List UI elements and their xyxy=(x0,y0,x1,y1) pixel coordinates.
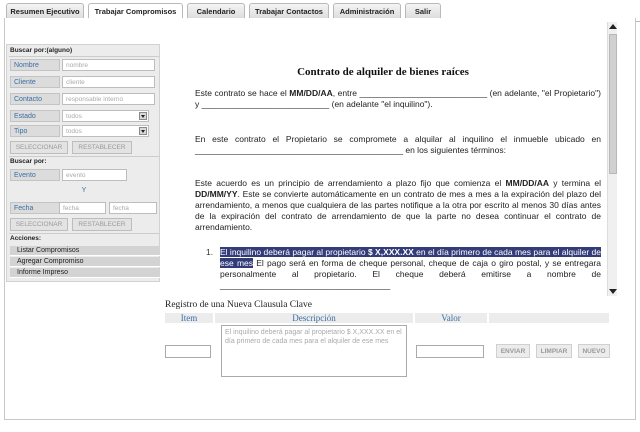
search-any-title: Buscar por:(alguno) xyxy=(10,47,73,54)
scroll-down-icon[interactable] xyxy=(609,289,617,294)
column-item: Item xyxy=(165,313,213,323)
list-number: 1. xyxy=(206,247,214,257)
type-select[interactable]: todos xyxy=(62,125,149,137)
divider xyxy=(9,233,159,234)
sidebar: Buscar por:(alguno) Nombre nombre Client… xyxy=(6,44,160,282)
client-input[interactable]: cliente xyxy=(62,76,155,88)
contract-document[interactable]: Contrato de alquiler de bienes raíces Es… xyxy=(165,22,617,296)
select-button[interactable]: SELECCIONAR xyxy=(10,141,68,154)
description-textarea[interactable]: El inquilino deberá pagar al propietario… xyxy=(221,325,407,377)
amount-placeholder: $ X,XXX.XX xyxy=(367,247,414,257)
search-title: Buscar por: xyxy=(10,158,47,165)
paragraph-term: Este acuerdo es un principio de arrendam… xyxy=(195,178,601,233)
status-label: Estado xyxy=(10,110,60,122)
text: Este contrato se hace el xyxy=(195,88,290,98)
reset-button-2[interactable]: RESTABLECER xyxy=(72,218,132,231)
tab-administracion[interactable]: Administración xyxy=(333,3,401,19)
contact-input[interactable]: responsable interno xyxy=(62,93,155,105)
tab-salir[interactable]: Salir xyxy=(405,3,441,19)
paragraph-property: En este contrato el Propietario se compr… xyxy=(195,134,601,155)
text: El inquilino deberá pagar al propietario xyxy=(220,247,368,257)
tab-trabajar-contactos[interactable]: Trabajar Contactos xyxy=(249,3,329,19)
and-label: Y xyxy=(81,187,87,194)
column-actions xyxy=(489,313,609,323)
divider xyxy=(9,156,159,157)
scroll-up-icon[interactable] xyxy=(609,24,617,29)
column-description: Descripción xyxy=(215,313,413,323)
text: . Este se convierte automáticamente en u… xyxy=(195,189,601,232)
event-input[interactable]: evento xyxy=(62,169,127,181)
reset-button[interactable]: RESTABLECER xyxy=(72,141,132,154)
chevron-down-icon[interactable] xyxy=(139,127,147,135)
divider xyxy=(9,56,159,57)
action-print-report[interactable]: Informe Impreso xyxy=(10,268,160,278)
text: y termina el xyxy=(549,178,601,188)
new-button[interactable]: NUEVO xyxy=(578,344,610,358)
status-select-value: todos xyxy=(66,113,82,120)
date-from-input[interactable]: fecha xyxy=(59,202,106,214)
new-clause-title: Registro de una Nueva Clausula Clave xyxy=(165,300,312,310)
end-date-placeholder: DD/MM/YY xyxy=(195,189,238,199)
select-button-2[interactable]: SELECCIONAR xyxy=(10,218,68,231)
type-label: Tipo xyxy=(10,125,60,137)
paragraph-parties: Este contrato se hace el MM/DD/AA, entre… xyxy=(195,88,601,110)
date-placeholder: MM/DD/AA xyxy=(289,88,333,98)
action-add-commitment[interactable]: Agregar Compromiso xyxy=(10,257,160,267)
text: El pago será en forma de cheque personal… xyxy=(220,258,601,290)
text: Este acuerdo es un principio de arrendam… xyxy=(195,178,506,188)
name-label: Nombre xyxy=(10,59,60,71)
tab-resumen-ejecutivo[interactable]: Resumen Ejecutivo xyxy=(6,3,84,19)
contact-label: Contacto xyxy=(10,93,60,105)
clause-item-1[interactable]: El inquilino deberá pagar al propietario… xyxy=(220,247,601,291)
tab-calendario[interactable]: Calendario xyxy=(187,3,245,19)
clear-button[interactable]: LIMPIAR xyxy=(536,344,572,358)
client-label: Cliente xyxy=(10,76,60,88)
type-select-value: todos xyxy=(66,128,82,135)
chevron-down-icon[interactable] xyxy=(139,112,147,120)
column-value: Valor xyxy=(415,313,487,323)
actions-title: Acciones: xyxy=(10,235,42,242)
value-input[interactable] xyxy=(416,345,484,358)
status-select[interactable]: todos xyxy=(62,110,149,122)
item-input[interactable] xyxy=(165,345,211,358)
document-title: Contrato de alquiler de bienes raíces xyxy=(297,66,469,78)
event-label: Evento xyxy=(10,169,60,181)
send-button[interactable]: ENVIAR xyxy=(496,344,530,358)
date-to-input[interactable]: fecha xyxy=(109,202,157,214)
start-date-placeholder: MM/DD/AA xyxy=(505,178,549,188)
name-input[interactable]: nombre xyxy=(62,59,155,71)
document-scrollbar[interactable] xyxy=(607,22,617,296)
action-list-commitments[interactable]: Listar Compromisos xyxy=(10,246,160,256)
date-label: Fecha xyxy=(10,202,60,214)
scroll-thumb[interactable] xyxy=(609,34,617,174)
